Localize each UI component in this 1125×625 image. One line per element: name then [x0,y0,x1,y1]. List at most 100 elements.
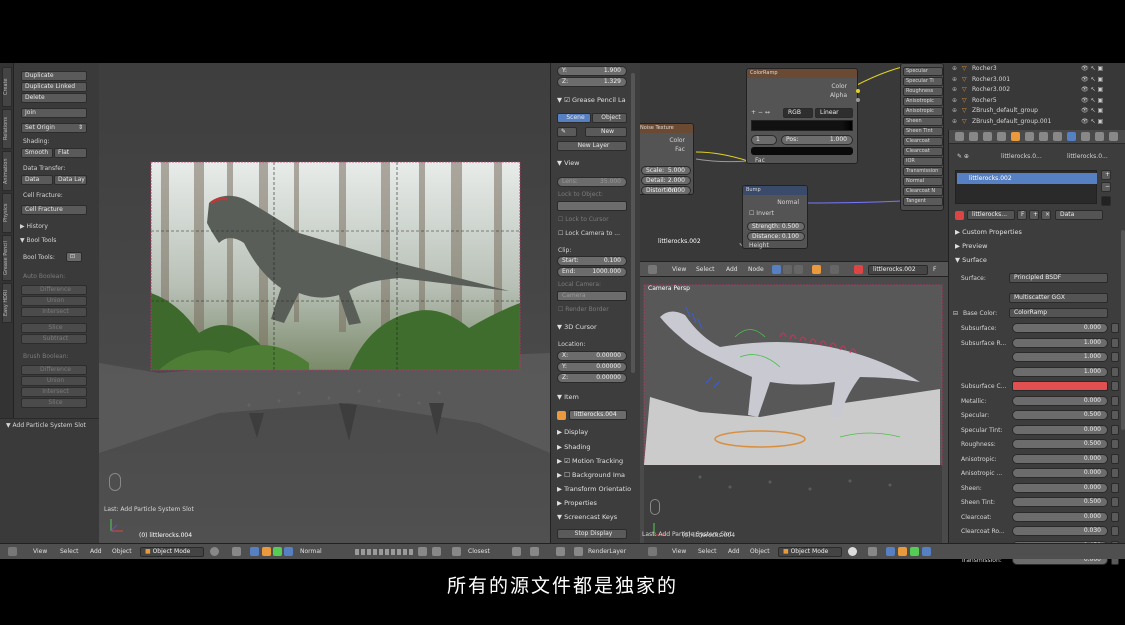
visibility-icons[interactable]: 👁 ↖ ▣ [1081,96,1103,106]
scene-tab-icon[interactable] [983,132,992,141]
display-panel-header[interactable]: ▶ Display [557,428,588,436]
new-layer-button[interactable]: New Layer [557,141,627,151]
screencast-keys-panel-header[interactable]: ▼ Screencast Keys [557,513,617,521]
duplicate-button[interactable]: Duplicate [21,71,87,81]
base-color-link-dropdown[interactable]: ColorRamp [1009,308,1108,318]
outliner-item[interactable]: ⊕ ▽ Rocher3 👁 ↖ ▣ [948,64,1125,74]
proportional-editing-icon[interactable] [432,547,441,556]
render-animation-icon[interactable] [556,547,565,556]
material-icon[interactable] [854,265,863,274]
bsdf-input-socket[interactable]: Clearcoat [903,147,943,156]
surface-input-field[interactable]: 0.000 [1012,323,1108,333]
rotate-icon[interactable] [273,547,282,556]
editor-type-icon-right[interactable] [648,547,657,556]
alpha-socket[interactable] [856,98,860,102]
interpolation-dropdown[interactable]: Linear [815,108,853,118]
auto-subtract-button[interactable]: Subtract [21,334,87,344]
bsdf-input-socket[interactable]: Anisotropic [903,107,943,116]
view-panel-header[interactable]: ▼ View [557,159,580,167]
select-menu-right[interactable]: Select [698,547,717,557]
translate-icon-right[interactable] [898,547,907,556]
auto-intersect-button[interactable]: Intersect [21,307,87,317]
transform-orientations-panel-header[interactable]: ▶ Transform Orientatio [557,485,631,493]
outliner-item[interactable]: ⊕ ▽ Rocher3.002 👁 ↖ ▣ [948,85,1125,95]
compositor-icon[interactable] [794,265,803,274]
properties-right-scrollbar[interactable] [1121,230,1125,430]
expand-icon[interactable]: ⊕ [952,64,957,74]
surface-panel-header[interactable]: ▼ Surface [955,256,987,264]
link-socket-button[interactable] [1111,424,1119,435]
noise-distortion-field[interactable]: Distortion: 0.000 [641,186,691,195]
lock-object-field[interactable] [557,201,627,211]
surface-input-field[interactable]: 0.500 [1012,497,1108,507]
surface-input-field[interactable]: 0.000 [1012,453,1108,464]
bsdf-input-socket[interactable]: Transmission [903,167,943,176]
colorramp-node[interactable]: ColorRamp Color Alpha + − ↔ RGB Linear 1… [746,68,860,164]
data-layout-button[interactable]: Data Lay [54,175,87,185]
stop-position-field[interactable]: Pos: 1.000 [781,135,853,145]
render-border-checkbox[interactable]: ☐ Render Border [558,306,609,314]
world-icon[interactable] [830,265,839,274]
link-socket-button[interactable] [1111,468,1119,478]
history-panel-header[interactable]: ▶ History [20,223,48,231]
link-socket-button[interactable] [1111,482,1119,493]
unlink-material-button[interactable]: × [1041,210,1051,220]
visibility-icons[interactable]: 👁 ↖ ▣ [1081,117,1103,127]
link-socket-button[interactable] [1111,497,1119,507]
delete-button[interactable]: Delete [21,93,87,103]
breadcrumb-material[interactable]: littlerocks.0... [1067,153,1108,161]
tab-physics[interactable]: Physics [2,193,12,233]
material-tab-icon[interactable] [1067,132,1076,141]
surface-input-field[interactable]: 0.000 [1012,395,1108,406]
bsdf-input-socket[interactable]: Clearcoat N [903,187,943,196]
viewport-shading-icon[interactable] [210,547,219,556]
expand-icon[interactable]: ⊕ [952,106,957,116]
local-camera-field[interactable]: Camera [557,291,627,301]
custom-properties-panel-header[interactable]: ▶ Custom Properties [955,228,1022,236]
surface-input-field[interactable]: 1.000 [1012,337,1108,348]
link-socket-button[interactable] [1111,439,1119,449]
bump-node[interactable]: Bump Normal ☐ Invert Strength: 0.500 Dist… [742,185,808,249]
clip-start-field[interactable]: Start: 0.100 [557,256,627,266]
bool-tools-toggle[interactable]: ⊡ [66,252,82,262]
cursor-y-field[interactable]: Y: 0.00000 [557,362,627,372]
material-slot-selected[interactable]: littlerocks.002 [957,173,1097,184]
object-data-icon[interactable] [812,265,821,274]
pin-icon[interactable]: ✎ ⊕ [957,153,969,161]
tab-easy-hdri[interactable]: Easy HDRI [2,283,12,323]
lock-layers-icon[interactable] [418,547,427,556]
cursor-x-field[interactable]: X: 0.00000 [557,351,627,361]
pivot-icon-right[interactable] [868,547,877,556]
auto-union-button[interactable]: Union [21,296,87,306]
expand-icon[interactable]: ⊕ [952,117,957,127]
tab-create[interactable]: Create [2,67,12,107]
object-menu-left[interactable]: Object [112,547,132,557]
render-layer-icon[interactable] [574,547,583,556]
snap-target-dropdown[interactable]: Closest [468,547,490,557]
link-socket-button[interactable] [1111,381,1119,391]
invert-checkbox[interactable]: ☐ Invert [749,210,774,218]
stop-display-button[interactable]: Stop Display [557,529,627,539]
opengl-render-icon[interactable] [530,547,539,556]
bsdf-input-socket[interactable]: Sheen Tint [903,127,943,136]
auto-slice-button[interactable]: Slice [21,323,87,333]
snap-icon[interactable] [452,547,461,556]
object-toggle[interactable]: Object [592,113,627,123]
bsdf-input-socket[interactable]: Tangent [903,197,943,206]
distribution-dropdown[interactable]: Multiscatter GGX [1009,293,1108,303]
background-images-panel-header[interactable]: ▶ ☐ Background Ima [557,471,625,479]
tab-relations[interactable]: Relations [2,109,12,149]
bsdf-input-socket[interactable]: Clearcoat [903,137,943,146]
expand-icon[interactable]: ⊕ [952,85,957,95]
shading-panel-header[interactable]: ▶ Shading [557,443,590,451]
render-layer-dropdown[interactable]: RenderLayer [588,547,626,557]
shader-icon[interactable] [772,265,781,274]
node-select-menu[interactable]: Select [696,265,715,275]
transform-orientation-dropdown[interactable]: Normal [300,547,322,557]
auto-difference-button[interactable]: Difference [21,285,87,295]
viewport-shading-icon-right[interactable] [848,547,857,556]
snap-align-icon[interactable] [512,547,521,556]
manipulator-icon[interactable] [250,547,259,556]
breadcrumb-object[interactable]: littlerocks.0... [1001,153,1042,161]
material-datablock-field[interactable]: littlerocks... [967,210,1015,220]
